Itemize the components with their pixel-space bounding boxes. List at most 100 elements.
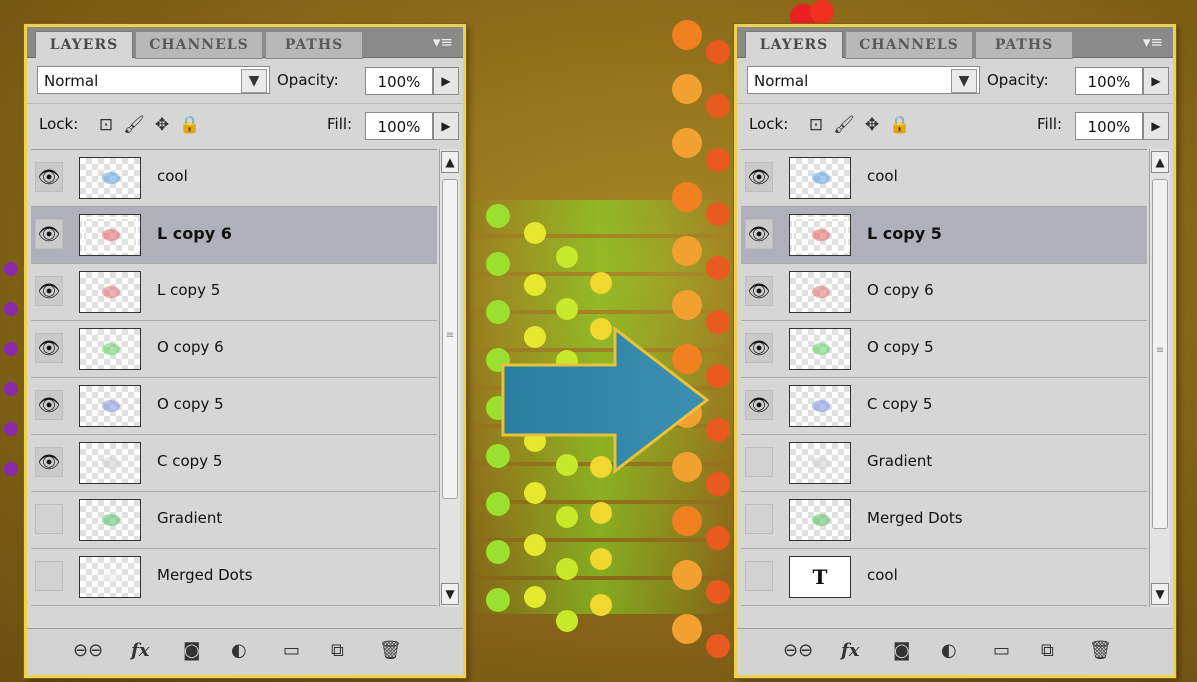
layer-row[interactable]: 👁 cool <box>741 150 1147 207</box>
adjustment-icon[interactable]: ◐ <box>941 639 957 663</box>
adjustment-icon[interactable]: ◐ <box>231 639 247 663</box>
eye-icon[interactable]: 👁 <box>35 333 63 363</box>
fill-input[interactable]: 100% <box>365 112 433 140</box>
layer-thumbnail[interactable] <box>79 385 141 427</box>
layer-row[interactable]: 👁 C copy 5 <box>741 378 1147 435</box>
layer-row[interactable]: 👁 cool <box>31 150 437 207</box>
padlock-icon[interactable]: 🔒 <box>889 115 911 135</box>
tab-paths[interactable]: PATHS <box>265 31 363 59</box>
layer-thumbnail[interactable] <box>79 499 141 541</box>
layer-thumbnail[interactable] <box>79 214 141 256</box>
layer-row[interactable]: Gradient <box>31 492 437 549</box>
eye-icon[interactable]: 👁 <box>745 219 773 249</box>
layer-thumbnail[interactable] <box>789 499 851 541</box>
scroll-up-icon[interactable]: ▲ <box>1151 151 1169 173</box>
new-layer-icon[interactable]: ⧉ <box>331 639 344 663</box>
layer-name[interactable]: cool <box>157 167 188 185</box>
move-icon[interactable]: ✥ <box>151 115 173 135</box>
eye-icon[interactable]: 👁 <box>745 390 773 420</box>
layer-thumbnail[interactable] <box>79 442 141 484</box>
layer-row[interactable]: Merged Dots <box>741 492 1147 549</box>
layer-name[interactable]: cool <box>867 167 898 185</box>
layer-row[interactable]: Merged Dots <box>31 549 437 606</box>
scroll-thumb[interactable]: ≡ <box>1152 179 1168 529</box>
padlock-icon[interactable]: 🔒 <box>179 115 201 135</box>
layer-row[interactable]: 👁 O copy 5 <box>31 378 437 435</box>
fill-slider-button[interactable]: ▶ <box>1143 112 1169 140</box>
lock-transparent-icon[interactable]: ⊡ <box>95 115 117 135</box>
layer-thumbnail[interactable] <box>79 556 141 598</box>
eye-icon[interactable]: 👁 <box>35 162 63 192</box>
text-layer-thumbnail[interactable]: T <box>789 556 851 598</box>
layer-thumbnail[interactable] <box>789 157 851 199</box>
layer-thumbnail[interactable] <box>789 271 851 313</box>
layer-name[interactable]: L copy 5 <box>867 224 942 243</box>
scroll-thumb[interactable]: ≡ <box>442 179 458 499</box>
layers-scrollbar[interactable]: ▲ ≡ ▼ <box>439 149 460 607</box>
layer-thumbnail[interactable] <box>789 328 851 370</box>
chevron-down-icon[interactable]: ▼ <box>241 69 267 93</box>
layers-scrollbar[interactable]: ▲ ≡ ▼ <box>1149 149 1170 607</box>
layer-name[interactable]: Merged Dots <box>157 566 253 584</box>
layer-thumbnail[interactable] <box>79 271 141 313</box>
brush-icon[interactable]: 🖌 <box>833 115 855 135</box>
layer-thumbnail[interactable] <box>789 442 851 484</box>
opacity-slider-button[interactable]: ▶ <box>433 67 459 95</box>
tab-layers[interactable]: LAYERS <box>745 31 843 58</box>
panel-menu-icon[interactable]: ▾≡ <box>433 33 453 51</box>
opacity-input[interactable]: 100% <box>365 67 433 95</box>
eye-icon[interactable]: 👁 <box>35 447 63 477</box>
layer-row[interactable]: 👁 O copy 6 <box>741 264 1147 321</box>
trash-icon[interactable]: 🗑 <box>1089 639 1112 663</box>
blend-mode-select[interactable]: Normal ▼ <box>747 66 980 94</box>
chevron-down-icon[interactable]: ▼ <box>951 69 977 93</box>
layer-name[interactable]: O copy 5 <box>867 338 934 356</box>
new-layer-icon[interactable]: ⧉ <box>1041 639 1054 663</box>
layer-name[interactable]: C copy 5 <box>157 452 222 470</box>
move-icon[interactable]: ✥ <box>861 115 883 135</box>
brush-icon[interactable]: 🖌 <box>123 115 145 135</box>
opacity-input[interactable]: 100% <box>1075 67 1143 95</box>
scroll-down-icon[interactable]: ▼ <box>1151 583 1169 605</box>
eye-icon[interactable]: 👁 <box>35 276 63 306</box>
eye-icon[interactable] <box>745 561 773 591</box>
layer-row[interactable]: 👁 L copy 5 <box>31 264 437 321</box>
layer-row[interactable]: 👁 L copy 6 <box>31 207 437 264</box>
layer-name[interactable]: Merged Dots <box>867 509 963 527</box>
lock-transparent-icon[interactable]: ⊡ <box>805 115 827 135</box>
layer-name[interactable]: O copy 5 <box>157 395 224 413</box>
eye-icon[interactable] <box>745 504 773 534</box>
trash-icon[interactable]: 🗑 <box>379 639 402 663</box>
layer-name[interactable]: L copy 5 <box>157 281 220 299</box>
mask-icon[interactable]: ◙ <box>893 639 910 663</box>
eye-icon[interactable]: 👁 <box>745 162 773 192</box>
layer-thumbnail[interactable] <box>789 385 851 427</box>
layer-name[interactable]: Gradient <box>157 509 222 527</box>
link-icon[interactable]: ⊖⊖ <box>783 639 813 663</box>
eye-icon[interactable]: 👁 <box>745 276 773 306</box>
layer-row[interactable]: 👁 O copy 6 <box>31 321 437 378</box>
blend-mode-select[interactable]: Normal ▼ <box>37 66 270 94</box>
layer-row[interactable]: 👁 C copy 5 <box>31 435 437 492</box>
layer-row[interactable]: 👁 O copy 5 <box>741 321 1147 378</box>
fill-slider-button[interactable]: ▶ <box>433 112 459 140</box>
scroll-up-icon[interactable]: ▲ <box>441 151 459 173</box>
panel-menu-icon[interactable]: ▾≡ <box>1143 33 1163 51</box>
fx-icon[interactable]: fx <box>841 639 859 663</box>
eye-icon[interactable]: 👁 <box>35 219 63 249</box>
tab-paths[interactable]: PATHS <box>975 31 1073 59</box>
layer-row[interactable]: Gradient <box>741 435 1147 492</box>
eye-icon[interactable]: 👁 <box>35 390 63 420</box>
layer-name[interactable]: O copy 6 <box>157 338 224 356</box>
layer-name[interactable]: cool <box>867 566 898 584</box>
eye-icon[interactable] <box>35 561 63 591</box>
layer-name[interactable]: L copy 6 <box>157 224 232 243</box>
layer-name[interactable]: C copy 5 <box>867 395 932 413</box>
eye-icon[interactable] <box>745 447 773 477</box>
folder-icon[interactable]: ▭ <box>993 639 1010 663</box>
tab-channels[interactable]: CHANNELS <box>845 31 973 59</box>
tab-channels[interactable]: CHANNELS <box>135 31 263 59</box>
folder-icon[interactable]: ▭ <box>283 639 300 663</box>
opacity-slider-button[interactable]: ▶ <box>1143 67 1169 95</box>
layer-name[interactable]: O copy 6 <box>867 281 934 299</box>
